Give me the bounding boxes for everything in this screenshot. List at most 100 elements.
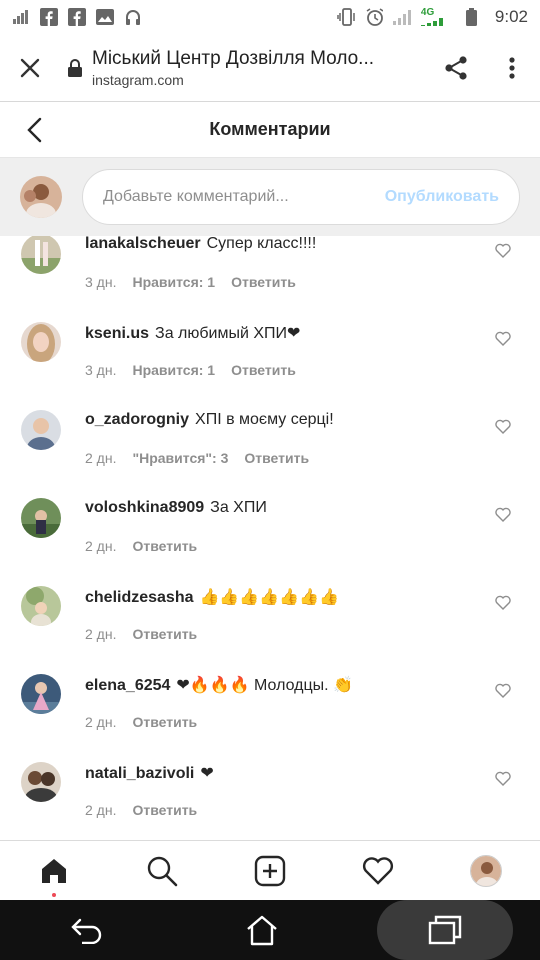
- reply-button[interactable]: Ответить: [244, 450, 309, 466]
- system-recents-button[interactable]: [376, 900, 513, 960]
- back-button[interactable]: [14, 110, 54, 150]
- comment-time: 2 дн.: [85, 538, 117, 554]
- page-heading: Комментарии: [209, 119, 331, 139]
- comment-text: За любимый ХПИ❤: [155, 325, 301, 342]
- alarm-icon: [365, 8, 383, 26]
- back-arrow-icon: [71, 918, 102, 944]
- list-item: natali_bazivoli ❤ 2 дн. Ответить: [0, 754, 540, 840]
- heart-icon: [495, 595, 511, 610]
- avatar[interactable]: [21, 674, 61, 714]
- like-button[interactable]: [493, 240, 513, 260]
- share-button[interactable]: [428, 34, 484, 102]
- comment-text: ❤: [200, 765, 214, 782]
- comment-time: 2 дн.: [85, 802, 117, 818]
- battery-icon: [463, 8, 481, 26]
- comment-input-box[interactable]: Добавьте комментарий... Опубликовать: [82, 169, 520, 225]
- system-navigation-bar: [0, 900, 540, 960]
- lock-icon: [66, 58, 84, 77]
- comment-time: 2 дн.: [85, 450, 117, 466]
- comment-username[interactable]: voloshkina8909: [85, 499, 204, 516]
- like-button[interactable]: [493, 504, 513, 524]
- comment-text: Супер класс!!!!: [206, 236, 317, 252]
- comment-text: ХПІ в моєму серці!: [195, 411, 334, 428]
- heart-icon: [362, 857, 394, 885]
- comment-username[interactable]: kseni.us: [85, 325, 149, 342]
- list-item: voloshkina8909 За ХПИ 2 дн. Ответить: [0, 490, 540, 578]
- comments-header: Комментарии: [0, 102, 540, 158]
- list-item: o_zadorogniy ХПІ в моєму серці! 2 дн. "Нр…: [0, 402, 540, 490]
- page-url: instagram.com: [92, 71, 184, 88]
- avatar[interactable]: [21, 410, 61, 450]
- signal-bars-icon: [12, 8, 30, 26]
- close-icon: [20, 58, 40, 77]
- comment-time: 3 дн.: [85, 362, 117, 378]
- overflow-menu-button[interactable]: [484, 34, 540, 102]
- system-home-button[interactable]: [202, 900, 322, 960]
- comment-composer: Добавьте комментарий... Опубликовать: [0, 158, 540, 236]
- avatar[interactable]: [21, 762, 61, 802]
- search-icon: [147, 856, 178, 886]
- reply-button[interactable]: Ответить: [132, 802, 197, 818]
- address-area[interactable]: Міський Центр Дозвілля Моло... instagram…: [92, 48, 428, 88]
- home-outline-icon: [247, 915, 277, 946]
- comment-time: 2 дн.: [85, 714, 117, 730]
- list-item: chelidzesasha 👍👍👍👍👍👍👍 2 дн. Ответить: [0, 578, 540, 666]
- comment-likes-link[interactable]: Нравится: 1: [132, 362, 215, 378]
- vibrate-icon: [337, 8, 355, 26]
- nav-activity[interactable]: [348, 841, 408, 901]
- avatar[interactable]: [21, 322, 61, 362]
- reply-button[interactable]: Ответить: [132, 538, 197, 554]
- list-item: lanakalscheuer Супер класс!!!! 3 дн. Нрав…: [0, 236, 540, 314]
- reply-button[interactable]: Ответить: [231, 362, 296, 378]
- comment-username[interactable]: natali_bazivoli: [85, 765, 194, 782]
- comment-username[interactable]: lanakalscheuer: [85, 236, 201, 252]
- headphones-icon: [124, 8, 142, 26]
- clock: 9:02: [494, 7, 528, 26]
- reply-button[interactable]: Ответить: [132, 714, 197, 730]
- facebook-icon: [68, 8, 86, 26]
- list-item: elena_6254 ❤🔥🔥🔥 Молодцы. 👏 2 дн. Ответить: [0, 666, 540, 754]
- status-bar: 4G 9:02: [0, 0, 540, 34]
- publish-button[interactable]: Опубликовать: [385, 188, 499, 206]
- comment-username[interactable]: chelidzesasha: [85, 589, 194, 606]
- wifi-signal-icon: [392, 8, 411, 26]
- like-button[interactable]: [493, 592, 513, 612]
- browser-toolbar: Міський Центр Дозвілля Моло... instagram…: [0, 34, 540, 102]
- more-vertical-icon: [509, 56, 515, 79]
- nav-profile[interactable]: [456, 841, 516, 901]
- avatar[interactable]: [21, 236, 61, 274]
- avatar[interactable]: [21, 498, 61, 538]
- like-button[interactable]: [493, 680, 513, 700]
- like-button[interactable]: [493, 768, 513, 788]
- like-button[interactable]: [493, 416, 513, 436]
- reply-button[interactable]: Ответить: [231, 274, 296, 290]
- home-icon: [42, 858, 66, 883]
- close-tab-button[interactable]: [0, 34, 60, 102]
- nav-new-post[interactable]: [240, 841, 300, 901]
- nav-search[interactable]: [132, 841, 192, 901]
- chevron-left-icon: [27, 117, 42, 143]
- instagram-bottom-nav: [0, 840, 540, 900]
- comment-likes-link[interactable]: Нравится: 1: [132, 274, 215, 290]
- share-icon: [445, 55, 467, 80]
- comment-input[interactable]: Добавьте комментарий...: [103, 188, 289, 206]
- comment-time: 2 дн.: [85, 626, 117, 642]
- heart-icon: [495, 243, 511, 258]
- page-title: Міський Центр Дозвілля Моло...: [92, 47, 375, 69]
- nav-home[interactable]: [24, 841, 84, 901]
- heart-icon: [495, 507, 511, 522]
- system-back-button[interactable]: [27, 900, 147, 960]
- comment-username[interactable]: elena_6254: [85, 677, 170, 694]
- recent-apps-icon: [428, 915, 461, 945]
- comment-text: За ХПИ: [210, 499, 267, 516]
- list-item: kseni.us За любимый ХПИ❤ 3 дн. Нравится: …: [0, 314, 540, 402]
- reply-button[interactable]: Ответить: [132, 626, 197, 642]
- heart-icon: [495, 683, 511, 698]
- like-button[interactable]: [493, 328, 513, 348]
- current-user-avatar: [20, 176, 62, 218]
- comment-likes-link[interactable]: "Нравится": 3: [132, 450, 228, 466]
- notification-dot: [52, 892, 56, 897]
- comment-username[interactable]: o_zadorogniy: [85, 411, 189, 428]
- heart-icon: [495, 331, 511, 346]
- avatar[interactable]: [21, 586, 61, 626]
